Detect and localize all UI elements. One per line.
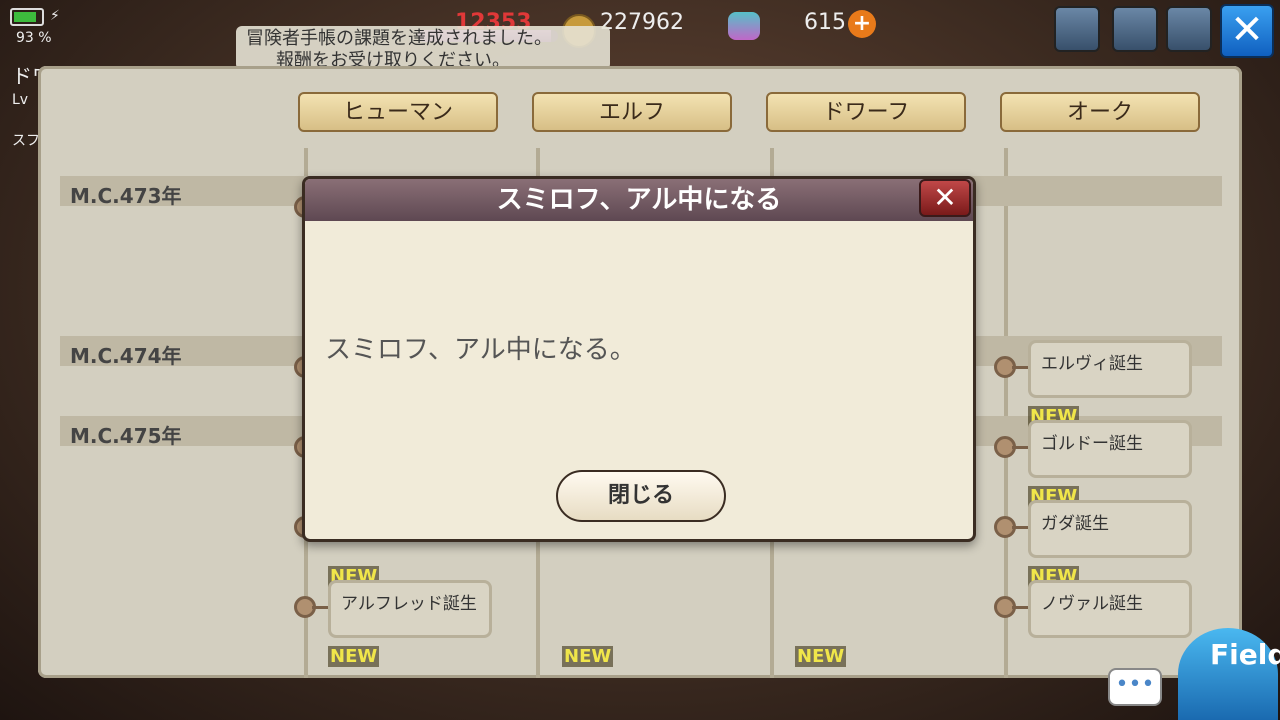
battery-percent: 93 % <box>16 30 52 46</box>
event-card[interactable]: アルフレッド誕生 <box>328 580 492 638</box>
new-badge: NEW <box>562 646 614 667</box>
event-dialog: スミロフ、アル中になる ✕ スミロフ、アル中になる。 閉じる <box>302 176 976 542</box>
year-label: M.C.473年 <box>70 184 182 208</box>
event-card[interactable]: ガダ誕生 <box>1028 500 1192 558</box>
mail-icon[interactable] <box>1054 6 1100 52</box>
new-badge: NEW <box>328 646 380 667</box>
year-label: M.C.474年 <box>70 344 182 368</box>
event-label: エルヴィ誕生 <box>1041 354 1143 374</box>
side-label-3: スフ <box>12 133 40 149</box>
close-button[interactable]: 閉じる <box>556 470 726 522</box>
tab-elf[interactable]: エルフ <box>532 92 732 132</box>
gem-icon <box>728 12 760 40</box>
event-label: アルフレッド誕生 <box>341 594 477 614</box>
event-card[interactable]: エルヴィ誕生 <box>1028 340 1192 398</box>
tab-orc[interactable]: オーク <box>1000 92 1200 132</box>
event-card[interactable]: ノヴァル誕生 <box>1028 580 1192 638</box>
add-gems-button[interactable]: + <box>848 10 876 38</box>
close-screen-button[interactable]: ✕ <box>1220 4 1274 58</box>
battery-icon <box>10 8 44 26</box>
side-label-2: Lv <box>12 92 29 108</box>
tab-dwarf[interactable]: ドワーフ <box>766 92 966 132</box>
dialog-close-icon[interactable]: ✕ <box>919 179 971 217</box>
dialog-title: スミロフ、アル中になる <box>496 185 782 215</box>
event-label: ゴルドー誕生 <box>1041 434 1143 454</box>
quill-icon[interactable] <box>1166 6 1212 52</box>
gem-value: 615 <box>804 10 846 35</box>
gold-value: 227962 <box>600 10 684 35</box>
gift-icon[interactable] <box>1112 6 1158 52</box>
achievement-notice: 冒険者手帳の課題を達成されました。 報酬をお受け取りください。 <box>236 26 610 70</box>
chat-bubble-icon[interactable]: ••• <box>1108 668 1162 706</box>
field-label: Field <box>1210 638 1280 671</box>
notice-line-1: 冒険者手帳の課題を達成されました。 <box>246 28 552 49</box>
event-label: ガダ誕生 <box>1041 514 1109 534</box>
new-badge: NEW <box>795 646 847 667</box>
tab-human[interactable]: ヒューマン <box>298 92 498 132</box>
event-label: ノヴァル誕生 <box>1041 594 1143 614</box>
dialog-body-text: スミロフ、アル中になる。 <box>325 335 636 365</box>
year-label: M.C.475年 <box>70 424 182 448</box>
charging-icon: ⚡ <box>50 8 60 24</box>
event-card[interactable]: ゴルドー誕生 <box>1028 420 1192 478</box>
